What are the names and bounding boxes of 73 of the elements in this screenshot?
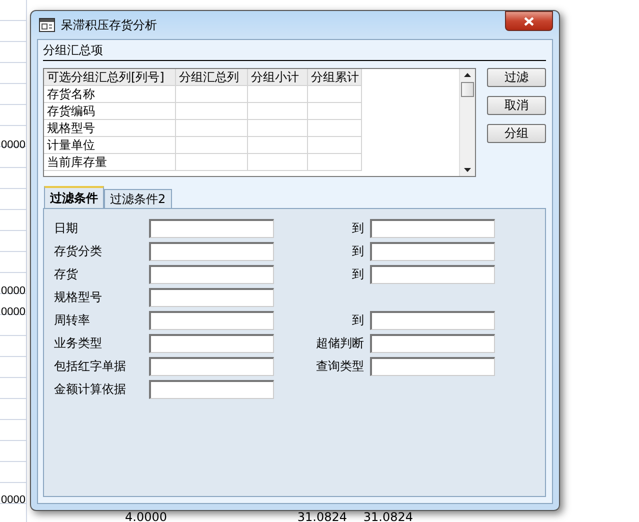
window-icon — [39, 18, 55, 32]
table-cell[interactable] — [176, 137, 248, 154]
sheet-cell: 0000 — [1, 305, 26, 319]
table-cell[interactable] — [308, 103, 362, 120]
input-field[interactable] — [370, 334, 495, 353]
dialog-button[interactable]: 过滤 — [487, 68, 546, 87]
tab[interactable]: 过滤条件2 — [104, 189, 172, 209]
close-icon — [524, 16, 534, 26]
field-label: 查询类型 — [315, 358, 365, 375]
table-cell[interactable] — [308, 137, 362, 154]
field-label: 业务类型 — [54, 335, 103, 352]
table-cell[interactable] — [176, 103, 248, 120]
sheet-cell: 31.0824 — [363, 510, 413, 522]
input-field[interactable] — [149, 242, 274, 261]
dialog-button[interactable]: 取消 — [487, 96, 546, 115]
column-header: 分组小计 — [248, 69, 308, 86]
field-label: 包括红字单据 — [54, 358, 127, 375]
input-field[interactable] — [149, 219, 274, 238]
sheet-cell: 0000 — [1, 138, 26, 152]
input-field[interactable] — [370, 311, 495, 330]
field-label: 存货 — [54, 266, 79, 283]
input-field[interactable] — [149, 265, 274, 284]
scrollbar[interactable] — [459, 69, 475, 176]
input-field[interactable] — [149, 288, 274, 307]
field-label: 规格型号 — [54, 289, 103, 306]
down-arrow-icon — [464, 168, 471, 172]
scroll-thumb[interactable] — [461, 82, 474, 97]
field-label: 周转率 — [54, 312, 91, 329]
table-cell[interactable] — [308, 154, 362, 171]
table-cell[interactable] — [176, 120, 248, 137]
field-label: 超储判断 — [315, 335, 365, 352]
input-field[interactable] — [149, 357, 274, 376]
table-cell[interactable] — [308, 120, 362, 137]
sheet-cell: 31.0824 — [297, 510, 347, 522]
field-label: 到 — [351, 312, 365, 329]
field-label: 到 — [351, 220, 365, 237]
dialog-button[interactable]: 分组 — [487, 124, 546, 143]
table-cell[interactable]: 存货名称 — [44, 86, 176, 103]
window-title: 呆滞积压存货分析 — [61, 16, 157, 34]
table-cell[interactable] — [248, 120, 308, 137]
table-cell[interactable] — [176, 154, 248, 171]
field-label: 存货分类 — [54, 243, 103, 260]
column-header: 可选分组汇总列[列号] — [44, 69, 176, 86]
field-label: 到 — [351, 266, 365, 283]
table-cell[interactable] — [248, 86, 308, 103]
input-field[interactable] — [149, 311, 274, 330]
table-cell[interactable]: 规格型号 — [44, 120, 176, 137]
table-cell[interactable] — [308, 86, 362, 103]
field-label: 到 — [351, 243, 365, 260]
table-cell[interactable]: 当前库存量 — [44, 154, 176, 171]
section-title: 分组汇总项 — [43, 42, 546, 61]
input-field[interactable] — [370, 242, 495, 261]
up-arrow-icon — [464, 73, 471, 77]
input-field[interactable] — [370, 357, 495, 376]
table-cell[interactable] — [248, 103, 308, 120]
field-label: 金额计算依据 — [54, 381, 127, 398]
field-label: 日期 — [54, 220, 79, 237]
table-cell[interactable]: 计量单位 — [44, 137, 176, 154]
column-header: 分组累计 — [308, 69, 362, 86]
sheet-cell: 0000 — [1, 284, 26, 298]
table-cell[interactable] — [248, 154, 308, 171]
sheet-cell: 4.0000 — [125, 510, 167, 522]
sheet-cell: 0000 — [1, 493, 26, 507]
tab[interactable]: 过滤条件 — [44, 186, 104, 209]
close-button[interactable] — [505, 11, 553, 31]
input-field[interactable] — [149, 334, 274, 353]
input-field[interactable] — [370, 219, 495, 238]
table-cell[interactable] — [248, 137, 308, 154]
input-field[interactable] — [149, 380, 274, 399]
column-header: 分组汇总列 — [176, 69, 248, 86]
table-cell[interactable] — [176, 86, 248, 103]
input-field[interactable] — [370, 265, 495, 284]
table-cell[interactable]: 存货编码 — [44, 103, 176, 120]
